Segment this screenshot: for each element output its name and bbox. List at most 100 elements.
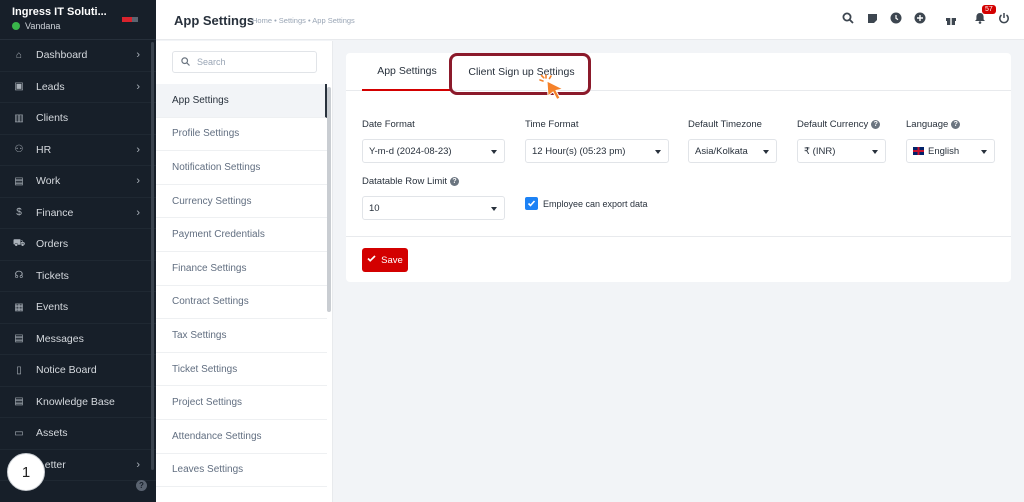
tab-app-settings[interactable]: App Settings — [362, 53, 452, 91]
sidebar-item-label: Notice Board — [36, 364, 97, 377]
gift-icon[interactable] — [944, 13, 958, 27]
sidebar-item-tickets[interactable]: ☊ Tickets — [0, 261, 156, 292]
tab-highlight-box — [449, 53, 591, 95]
sidebar-item-assets[interactable]: ▭ Assets — [0, 418, 156, 450]
row-limit-select[interactable]: 10 — [362, 196, 505, 220]
leads-icon: ▣ — [14, 81, 24, 93]
timezone-select[interactable]: Asia/Kolkata — [688, 139, 777, 163]
user-name: Vandana — [25, 21, 61, 31]
notification-count-badge: 57 — [982, 5, 996, 14]
sidebar-nav: ⌂ Dashboard › ▣ Leads › ▥ Clients ⚇ HR › ▤ Work › $ Fin… — [0, 40, 156, 481]
submenu-scrollbar[interactable] — [327, 87, 331, 312]
sidebar-item-label: Tickets — [36, 269, 69, 282]
sidebar-item-label: Knowledge Base — [36, 395, 115, 408]
sidebar-item-work[interactable]: ▤ Work › — [0, 166, 156, 198]
sidebar-item-label: Dashboard — [36, 49, 88, 62]
export-data-checkbox[interactable] — [525, 197, 538, 210]
sidebar-item-label: Leads — [36, 80, 65, 93]
settings-menu-item-project-settings[interactable]: Project Settings — [156, 386, 327, 420]
online-status-icon — [12, 22, 20, 30]
settings-menu-item-attendance-settings[interactable]: Attendance Settings — [156, 420, 327, 454]
settings-menu-item-leaves-settings[interactable]: Leaves Settings — [156, 454, 327, 488]
settings-menu-item-currency-settings[interactable]: Currency Settings — [156, 185, 327, 219]
settings-search[interactable] — [172, 51, 317, 73]
sidebar-item-orders[interactable]: ⛟ Orders — [0, 229, 156, 261]
notice-board-icon: ▯ — [16, 364, 22, 376]
clock-icon[interactable] — [889, 11, 903, 25]
settings-menu-item-ticket-settings[interactable]: Ticket Settings — [156, 353, 327, 387]
top-header: App Settings Home • Settings • App Setti… — [156, 0, 1024, 40]
settings-search-input[interactable] — [197, 57, 307, 67]
check-icon — [367, 254, 376, 266]
currency-select[interactable]: ₹ (INR) — [797, 139, 886, 163]
uk-flag-icon — [913, 147, 924, 155]
time-format-label: Time Format — [525, 119, 579, 130]
settings-menu-item-finance-settings[interactable]: Finance Settings — [156, 252, 327, 286]
chevron-down-icon — [981, 150, 987, 154]
knowledge-base-icon: ▤ — [14, 396, 24, 408]
question-circle-icon[interactable]: ? — [951, 120, 961, 129]
timezone-value: Asia/Kolkata — [695, 145, 748, 157]
sidebar-item-finance[interactable]: $ Finance › — [0, 198, 156, 229]
company-brand[interactable]: Ingress IT Soluti... Vandana — [0, 0, 156, 40]
sidebar-item-clients[interactable]: ▥ Clients — [0, 103, 156, 135]
clients-icon: ▥ — [14, 112, 24, 124]
chevron-down-icon — [872, 150, 878, 154]
power-icon[interactable] — [997, 11, 1011, 25]
sticky-note-icon[interactable] — [865, 11, 879, 25]
settings-menu-item-contract-settings[interactable]: Contract Settings — [156, 286, 327, 320]
orders-icon: ⛟ — [12, 237, 26, 249]
sidebar-item-notice-board[interactable]: ▯ Notice Board — [0, 355, 156, 387]
chevron-right-icon: › — [136, 143, 140, 156]
settings-menu-item-tax-settings[interactable]: Tax Settings — [156, 319, 327, 353]
sidebar-item-events[interactable]: ▦ Events — [0, 292, 156, 324]
step-number-badge: 1 — [7, 453, 45, 491]
row-limit-label: Datatable Row Limit ? — [362, 176, 460, 187]
settings-submenu: App SettingsProfile SettingsNotification… — [156, 41, 333, 502]
sidebar-item-label: Messages — [36, 332, 84, 345]
settings-menu-item-app-settings[interactable]: App Settings — [156, 84, 327, 118]
chevron-down-icon — [763, 150, 769, 154]
date-format-value: Y-m-d (2024-08-23) — [369, 145, 452, 157]
sidebar-item-dashboard[interactable]: ⌂ Dashboard › — [0, 40, 156, 72]
question-circle-icon[interactable]: ? — [871, 120, 881, 129]
settings-menu-list: App Settings Profile Settings Notification… — [156, 84, 327, 488]
breadcrumb: Home • Settings • App Settings — [252, 16, 355, 25]
settings-menu-item-notification-settings[interactable]: Notification Settings — [156, 151, 327, 185]
sidebar-item-label: Finance — [36, 206, 74, 219]
home-icon: ⌂ — [15, 49, 23, 61]
sidebar-scrollbar[interactable] — [151, 42, 154, 470]
finance-icon: $ — [16, 207, 22, 219]
language-select[interactable]: English — [906, 139, 995, 163]
settings-card: App Settings Client Sign up Settings — [346, 53, 1011, 282]
settings-menu-item-payment-credentials[interactable]: Payment Credentials — [156, 218, 327, 252]
current-user: Vandana — [12, 21, 144, 31]
currency-value: ₹ (INR) — [804, 145, 836, 157]
sidebar-item-hr[interactable]: ⚇ HR › — [0, 135, 156, 166]
main-sidebar: Ingress IT Soluti... Vandana ⌂ Dashboard ›… — [0, 0, 156, 502]
settings-menu-item-profile-settings[interactable]: Profile Settings — [156, 118, 327, 152]
time-format-select[interactable]: 12 Hour(s) (05:23 pm) — [525, 139, 669, 163]
question-circle-icon[interactable]: ? — [450, 177, 460, 186]
tickets-icon: ☊ — [14, 270, 24, 282]
sidebar-item-label: Work — [36, 175, 61, 188]
currency-label-text: Default Currency — [797, 119, 869, 130]
chevron-down-icon — [491, 207, 497, 211]
pointer-cursor-icon — [539, 74, 565, 101]
sidebar-item-messages[interactable]: ▤ Messages — [0, 324, 156, 355]
sidebar-item-knowledge-base[interactable]: ▤ Knowledge Base — [0, 387, 156, 418]
language-value: English — [928, 145, 960, 157]
date-format-select[interactable]: Y-m-d (2024-08-23) — [362, 139, 505, 163]
hr-icon: ⚇ — [14, 144, 24, 156]
timezone-label: Default Timezone — [688, 119, 762, 130]
save-label: Save — [381, 254, 403, 266]
sidebar-item-label: Orders — [36, 238, 69, 251]
sidebar-item-label: Clients — [36, 112, 69, 125]
add-circle-icon[interactable] — [913, 11, 927, 25]
sidebar-item-leads[interactable]: ▣ Leads › — [0, 72, 156, 103]
search-icon[interactable] — [841, 11, 855, 25]
search-icon — [181, 56, 190, 68]
currency-label: Default Currency ? — [797, 119, 881, 130]
save-button[interactable]: Save — [362, 248, 408, 272]
help-icon[interactable]: ? — [136, 480, 147, 491]
